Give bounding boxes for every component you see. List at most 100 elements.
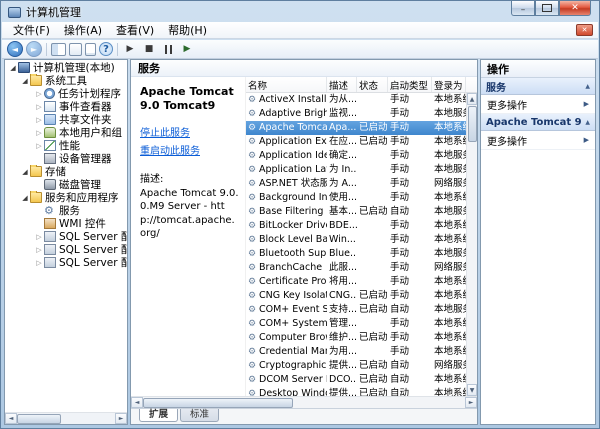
scroll-thumb[interactable] (17, 414, 61, 424)
tree-item[interactable]: 设备管理器 (5, 152, 127, 165)
export-icon[interactable] (69, 43, 82, 56)
more-actions-services[interactable]: 更多操作 (481, 95, 595, 114)
service-row[interactable]: Base Filtering En... 基本... 已启动 自动 本地服务 (246, 205, 466, 219)
tree-horizontal-scrollbar[interactable]: ◄ ► (5, 412, 127, 424)
sep-icon[interactable] (46, 43, 47, 56)
close-button[interactable] (559, 1, 591, 16)
minimize-button[interactable] (511, 1, 535, 16)
service-row[interactable]: Cryptographic S... 提供... 已启动 自动 网络服务 (246, 359, 466, 373)
service-row[interactable]: Adaptive Brightn... 监视... 手动 本地服务 (246, 107, 466, 121)
column-header-name[interactable]: 名称 (246, 77, 327, 92)
start-icon[interactable] (122, 41, 138, 57)
scroll-right-icon[interactable]: ► (465, 397, 477, 408)
view-tab[interactable]: 标准 (180, 409, 219, 422)
service-name: Application Expe... (259, 135, 327, 149)
scroll-right-icon[interactable]: ► (115, 413, 127, 424)
back-icon[interactable] (7, 41, 23, 57)
actions-section-services[interactable]: 服务 (481, 78, 595, 95)
tree-expander-icon[interactable] (8, 64, 18, 72)
tree-item[interactable]: 性能 (5, 139, 127, 152)
tree-item[interactable]: SQL Server 配置管理器 (5, 243, 127, 256)
tree-expander-icon[interactable] (34, 246, 44, 254)
scroll-up-icon[interactable]: ▲ (467, 93, 477, 105)
service-row[interactable]: COM+ Event Sys... 支持... 已启动 自动 本地服务 (246, 303, 466, 317)
title-bar[interactable]: 计算机管理 (2, 2, 598, 22)
sep-icon[interactable] (117, 43, 118, 56)
tree-expander-icon[interactable] (34, 233, 44, 241)
menu-item[interactable]: 操作(A) (57, 21, 109, 39)
more-actions-selected-service[interactable]: 更多操作 (481, 131, 595, 150)
tree-item[interactable]: 系统工具 (5, 74, 127, 87)
tree-item[interactable]: 服务 (5, 204, 127, 217)
tree-item[interactable]: 服务和应用程序 (5, 191, 127, 204)
service-row[interactable]: BranchCache 此服... 手动 网络服务 (246, 261, 466, 275)
service-row[interactable]: Application Expe... 在应... 已启动 手动 本地系统 (246, 135, 466, 149)
menu-item[interactable]: 帮助(H) (161, 21, 214, 39)
scroll-thumb[interactable] (143, 398, 293, 408)
tree-expander-icon[interactable] (20, 77, 30, 85)
service-row[interactable]: COM+ System A... 管理... 手动 本地系统 (246, 317, 466, 331)
restart-service-link[interactable]: 重启动此服务 (140, 142, 239, 157)
tree-expander-icon[interactable] (34, 90, 44, 98)
help-icon[interactable] (99, 42, 113, 56)
maximize-button[interactable] (535, 1, 559, 16)
tree-toggle-icon[interactable] (51, 43, 66, 56)
tree-item[interactable]: SQL Server 配置管理器 (5, 230, 127, 243)
column-header-logon-as[interactable]: 登录为 (432, 77, 466, 92)
tree-expander-icon[interactable] (20, 168, 30, 176)
tree-expander-icon[interactable] (34, 142, 44, 150)
scroll-left-icon[interactable]: ◄ (131, 397, 143, 408)
service-row[interactable]: Desktop Windo... 提供... 已启动 自动 本地系统 (246, 387, 466, 396)
tree-item[interactable]: 本地用户和组 (5, 126, 127, 139)
tree-expander-icon[interactable] (34, 129, 44, 137)
service-row[interactable]: DCOM Server Pr... DCO... 已启动 自动 本地系统 (246, 373, 466, 387)
collapse-section-icon[interactable] (581, 83, 590, 90)
scroll-thumb[interactable] (468, 106, 477, 142)
tree-item[interactable]: 磁盘管理 (5, 178, 127, 191)
service-row[interactable]: ActiveX Installer (... 为从... 手动 本地系统 (246, 93, 466, 107)
service-row[interactable]: CNG Key Isolation CNG... 已启动 手动 本地系统 (246, 289, 466, 303)
console-close-icon[interactable] (576, 24, 593, 36)
tree-expander-icon[interactable] (20, 194, 30, 202)
list-horizontal-scrollbar[interactable]: ◄ ► (131, 396, 477, 408)
collapse-section-icon[interactable] (581, 119, 590, 126)
service-row[interactable]: Application Laye... 为 In... 手动 本地服务 (246, 163, 466, 177)
tree-item[interactable]: 任务计划程序 (5, 87, 127, 100)
view-tab[interactable]: 扩展 (139, 409, 178, 422)
actions-section-selected-service[interactable]: Apache Tomcat 9.0 Tomc... (481, 114, 595, 131)
column-header-description[interactable]: 描述 (327, 77, 357, 92)
list-vertical-scrollbar[interactable]: ▲ ▼ (466, 93, 477, 396)
tree-item[interactable]: SQL Server 配置管理器 (5, 256, 127, 269)
pause-icon[interactable] (160, 41, 176, 57)
service-row[interactable]: Block Level Back... Win... 手动 本地系统 (246, 233, 466, 247)
tree-item[interactable]: 计算机管理(本地) (5, 61, 127, 74)
tree-expander-icon[interactable] (34, 116, 44, 124)
service-row[interactable]: Certificate Propa... 将用... 手动 本地系统 (246, 275, 466, 289)
tree-item[interactable]: 存储 (5, 165, 127, 178)
service-row[interactable]: Credential Mana... 为用... 手动 本地系统 (246, 345, 466, 359)
menu-item[interactable]: 查看(V) (109, 21, 161, 39)
menu-item[interactable]: 文件(F) (6, 21, 57, 39)
service-row[interactable]: Background Inte... 使用... 手动 本地系统 (246, 191, 466, 205)
tree-item[interactable]: 共享文件夹 (5, 113, 127, 126)
restart-icon[interactable] (179, 41, 195, 57)
service-gear-icon (248, 305, 259, 316)
service-row[interactable]: Application Iden... 确定... 手动 本地服务 (246, 149, 466, 163)
service-row[interactable]: Bluetooth Supp... Blue... 手动 本地服务 (246, 247, 466, 261)
scroll-down-icon[interactable]: ▼ (467, 384, 477, 396)
tree-item[interactable]: 事件查看器 (5, 100, 127, 113)
column-header-startup-type[interactable]: 启动类型 (388, 77, 432, 92)
tree-expander-icon[interactable] (34, 259, 44, 267)
tree-expander-icon[interactable] (34, 103, 44, 111)
tree-item[interactable]: WMI 控件 (5, 217, 127, 230)
service-row[interactable]: Computer Brow... 维护... 已启动 手动 本地系统 (246, 331, 466, 345)
scroll-left-icon[interactable]: ◄ (5, 413, 17, 424)
stop-service-link[interactable]: 停止此服务 (140, 124, 239, 139)
forward-icon[interactable] (26, 41, 42, 57)
service-row[interactable]: ASP.NET 状态服... 为 A... 手动 网络服务 (246, 177, 466, 191)
properties-icon[interactable] (85, 43, 96, 56)
service-row[interactable]: BitLocker Drive ... BDE... 手动 本地系统 (246, 219, 466, 233)
column-header-status[interactable]: 状态 (357, 77, 388, 92)
stop-icon[interactable] (141, 41, 157, 57)
service-row[interactable]: Apache Tomcat ... Apa... 已启动 手动 本地系统 (246, 121, 466, 135)
